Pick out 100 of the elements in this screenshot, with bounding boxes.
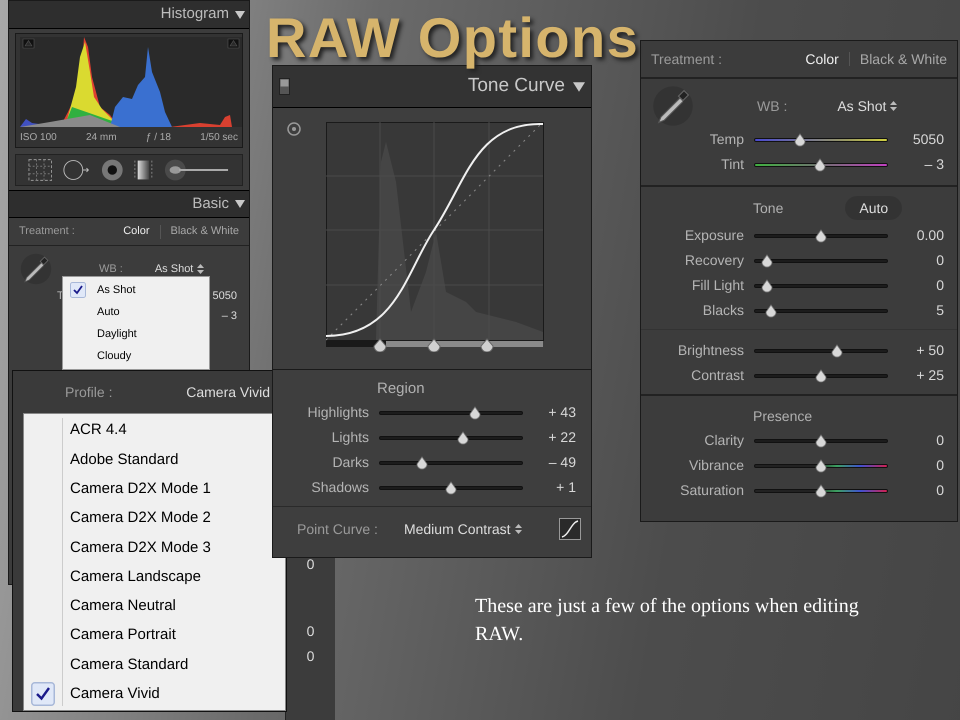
menu-item[interactable]: Adobe Standard [24,445,272,475]
exif-info: ƒ / 18 [146,131,171,145]
slider[interactable] [754,434,888,448]
split-handle[interactable] [374,338,386,352]
auto-button[interactable]: Auto [845,196,902,220]
menu-item[interactable]: Camera Standard [24,650,272,680]
slider[interactable] [379,480,523,494]
updown-arrows-icon [514,524,522,534]
slider-value: + 25 [915,366,944,385]
slider-value: 0 [935,251,944,270]
slider[interactable] [754,484,888,498]
point-curve-dropdown[interactable]: Medium Contrast [404,518,522,540]
menu-item[interactable]: ACR 4.4 [24,416,272,446]
caret-icon[interactable] [573,80,585,92]
slider-value: 0 [306,647,314,666]
menu-item[interactable]: Auto [63,301,209,323]
slider-thumb[interactable] [468,406,481,420]
target-icon[interactable] [287,122,301,136]
slider-value: 0 [306,622,314,641]
slider-label: Temp [708,130,744,149]
caption: These are just a few of the options when editing RAW. [475,594,860,647]
crop-grid-icon[interactable] [28,158,52,182]
menu-item[interactable]: Camera Neutral [24,592,272,622]
caret-icon[interactable] [235,199,245,209]
menu-item[interactable]: Camera Landscape [24,562,272,592]
slider-thumb[interactable] [761,254,774,268]
slider-value: 5050 [212,288,237,304]
slider[interactable] [754,368,888,382]
slider[interactable] [379,456,523,470]
slider-value: 0 [306,555,314,574]
slider-label: Lights [330,428,369,447]
slider-label: Contrast [690,366,744,385]
slider-label: Blacks [702,301,744,320]
slider-thumb[interactable] [794,132,806,146]
slider-thumb[interactable] [761,278,774,292]
menu-item[interactable]: Camera D2X Mode 3 [24,533,272,562]
slider-thumb[interactable] [814,158,826,172]
slider[interactable] [379,406,523,420]
slider-thumb[interactable] [764,304,777,318]
slider[interactable] [754,158,888,172]
slider-label: Tint [720,155,744,174]
section-title: Presence [753,406,812,426]
slider-label: Clarity [703,431,744,450]
curve-icon[interactable] [559,518,581,540]
slider-thumb[interactable] [456,430,469,444]
slider-thumb[interactable] [815,458,827,472]
menu-item[interactable]: Camera Vivid [24,680,272,709]
treatment-option[interactable]: Color [805,48,839,70]
checkmark-icon [70,282,86,298]
slider-value: 5050 [912,130,944,149]
caret-icon[interactable] [235,10,245,20]
slider-label: Saturation [679,481,744,500]
brush-icon[interactable] [164,158,230,182]
split-handle[interactable] [480,338,494,352]
slider[interactable] [379,430,523,444]
menu-item[interactable]: Camera D2X Mode 2 [24,504,272,534]
slider-value: 0.00 [916,226,944,245]
treatment-option[interactable]: Black & White [170,223,239,240]
wb-label: WB : [757,96,788,116]
profile-label: Profile : [65,382,112,402]
slider-value: 0 [935,456,944,475]
slider-thumb[interactable] [815,228,827,242]
panel-title[interactable]: Basic [192,192,229,216]
split-handle[interactable] [428,338,440,352]
slider[interactable] [754,344,888,358]
exif-info: 24 mm [86,131,117,145]
menu-item[interactable]: Camera D2X Mode 1 [24,474,272,504]
slider[interactable] [754,132,888,146]
slider-label: Exposure [684,226,744,245]
eyedropper-icon[interactable] [651,84,695,128]
toggle-switch-icon[interactable] [279,78,290,95]
slider-thumb[interactable] [815,484,827,498]
wb-dropdown[interactable]: As Shot [837,96,898,116]
slider[interactable] [754,228,888,242]
eyedropper-icon[interactable] [19,252,53,286]
slider[interactable] [754,304,888,318]
slider[interactable] [754,458,888,472]
menu-item[interactable]: Cloudy [63,345,209,367]
treatment-option[interactable]: Color [123,223,150,240]
slider-thumb[interactable] [416,456,428,470]
menu-item[interactable]: As Shot [63,279,209,301]
slider-thumb[interactable] [445,480,457,494]
eye-icon[interactable] [100,158,124,182]
spot-removal-icon[interactable] [62,158,91,182]
slider-label: Vibrance [688,456,744,475]
gradient-filter-icon[interactable] [133,158,154,182]
menu-item[interactable]: Daylight [63,323,209,345]
slider-label: Recovery [684,251,744,270]
profile-dropdown[interactable]: Camera Vivid [186,382,270,402]
slider-label: Fill Light [690,276,744,295]
wb-dropdown[interactable]: As Shot [154,260,204,278]
slide-title: RAW Options [266,5,640,71]
slider-thumb[interactable] [830,344,843,358]
treatment-option[interactable]: Black & White [860,48,947,70]
slider-label: Highlights [306,403,369,422]
slider-thumb[interactable] [815,434,827,448]
slider-thumb[interactable] [815,368,827,382]
menu-item[interactable]: Camera Portrait [24,621,272,650]
slider[interactable] [754,278,888,292]
slider[interactable] [754,254,888,268]
